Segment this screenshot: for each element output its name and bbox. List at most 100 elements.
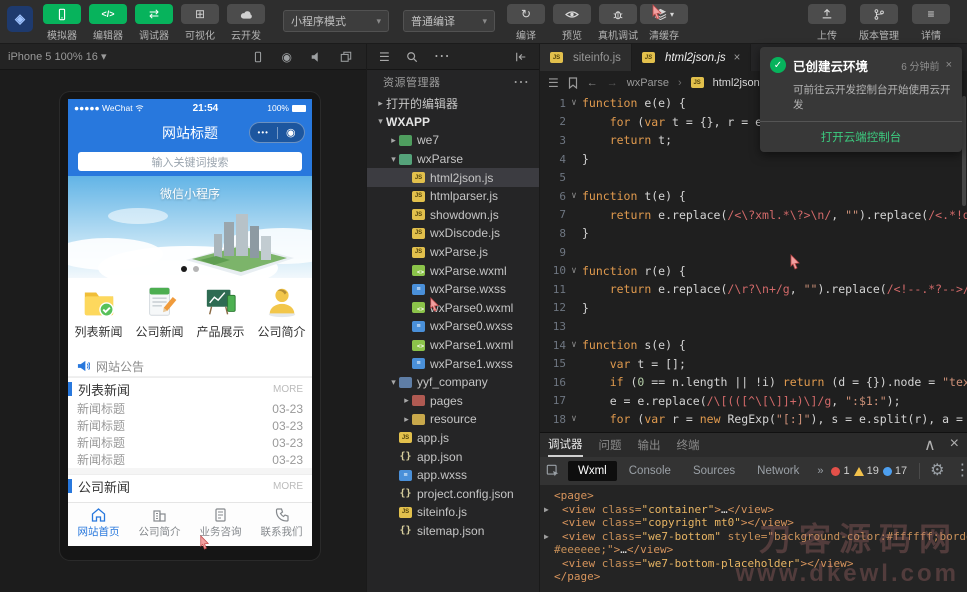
news-list-item[interactable]: 新闻标题 03-23 [68,434,312,451]
tree-item[interactable]: JS wxParse.js [367,243,539,262]
debugger-tab-调试器[interactable]: 调试器 [548,433,583,457]
fold-arrow-icon[interactable]: ∨ [566,191,582,201]
tree-item[interactable]: ▸ 打开的编辑器 [367,94,539,113]
simulator-button[interactable]: 模拟器 [39,4,85,42]
editor-tab[interactable]: JS html2json.js × [631,44,752,71]
grid-entry-doc-pencil[interactable]: 公司新闻 [129,285,190,356]
fold-arrow-icon[interactable]: ∨ [566,340,582,350]
compile-button[interactable]: ↻ 编译 [503,4,549,42]
expand-arrow-icon[interactable]: ▶ [544,530,554,544]
fold-arrow-icon[interactable]: ∨ [566,266,582,276]
more-actions-icon[interactable]: ⋯ [434,48,450,65]
details-button[interactable]: ≡ 详情 [905,4,957,42]
news-list-item[interactable]: 新闻标题 03-23 [68,400,312,417]
editor-button[interactable]: </> 编辑器 [85,4,131,42]
multi-window-icon[interactable] [340,51,352,63]
tree-item[interactable]: ▾ yyf_company [367,373,539,392]
record-icon[interactable]: ◉ [282,51,292,63]
chevron-right-icon[interactable]: ▸ [401,395,412,406]
device-selector[interactable]: iPhone 5 100% 16 ▾ [8,50,107,63]
grid-entry-board[interactable]: 产品展示 [190,285,251,356]
section-more-link[interactable]: MORE [273,384,303,395]
tree-item[interactable]: ▾ WXAPP [367,113,539,132]
wxml-node[interactable]: ▶ <view class="container">…</view> [544,503,967,517]
info-badge[interactable]: 17 [882,465,907,477]
devtools-tab-wxml[interactable]: Wxml [568,461,617,481]
tree-item[interactable]: ≡ wxParse.wxss [367,280,539,299]
more-menu-icon[interactable]: ••• [250,128,277,137]
debugger-tab-问题[interactable]: 问题 [599,433,622,457]
tree-item[interactable]: ▸ we7 [367,131,539,150]
tree-item[interactable]: ▸ pages [367,392,539,411]
upload-button[interactable]: 上传 [801,4,853,42]
wxml-node[interactable]: ▶ <view class="we7-bottom" style="backgro… [544,530,967,544]
phone-tab-home[interactable]: 网站首页 [68,507,129,546]
tree-item[interactable]: JS wxDiscode.js [367,224,539,243]
wxml-node[interactable]: </page> [544,570,967,584]
more-tabs-icon[interactable]: » [811,465,829,477]
capsule-menu[interactable]: ••• ◉ [249,122,305,143]
phone-tab-doc[interactable]: 业务咨询 [190,507,251,546]
chevron-down-icon[interactable]: ▾ [375,116,386,127]
compile-mode-dropdown[interactable]: 普通编译 ▾ [403,10,495,32]
editor-menu-icon[interactable]: ☰ [548,77,559,89]
tree-item[interactable]: <> wxParse.wxml [367,261,539,280]
rotate-device-icon[interactable] [252,51,264,63]
grid-entry-person[interactable]: 公司简介 [251,285,312,356]
settings-gear-icon[interactable]: ⚙ [930,463,944,479]
forward-icon[interactable]: → [607,77,618,89]
clear-cache-button[interactable]: ▾ 清缓存 [640,4,688,42]
phone-tab-contact[interactable]: 联系我们 [251,507,312,546]
wxml-node[interactable]: <page> [544,489,967,503]
debugger-tab-终端[interactable]: 终端 [677,433,700,457]
section-more-link[interactable]: MORE [273,481,303,492]
open-cloud-console-button[interactable]: 打开云端控制台 [760,120,962,152]
tree-item[interactable]: ≡ wxParse0.wxss [367,317,539,336]
phone-tab-building[interactable]: 公司简介 [129,507,190,546]
grid-entry-folder-check[interactable]: 列表新闻 [68,285,129,356]
toast-close-icon[interactable]: × [946,59,952,71]
chevron-down-icon[interactable]: ▾ [388,377,399,388]
sound-icon[interactable] [310,51,322,63]
preview-button[interactable]: 预览 [549,4,595,42]
bookmark-icon[interactable] [568,76,578,89]
tree-item[interactable]: JS html2json.js [367,168,539,187]
devtools-tab-network[interactable]: Network [747,461,809,481]
back-icon[interactable]: ← [587,77,598,89]
mode-dropdown[interactable]: 小程序模式 ▾ [283,10,389,32]
more-options-icon[interactable]: ⋮ [954,463,967,479]
explorer-more-icon[interactable]: ⋯ [513,72,529,92]
chevron-right-icon[interactable]: ▸ [401,414,412,425]
banner-carousel[interactable]: 微信小程序 [68,176,312,278]
news-list-item[interactable]: 新闻标题 03-23 [68,417,312,434]
search-icon[interactable] [406,51,418,63]
devtools-tab-sources[interactable]: Sources [683,461,745,481]
fold-arrow-icon[interactable]: ∨ [566,414,582,424]
tree-item[interactable]: {} sitemap.json [367,522,539,541]
debugger-tab-输出[interactable]: 输出 [638,433,661,457]
tree-item[interactable]: <> wxParse0.wxml [367,299,539,318]
tree-item[interactable]: ≡ app.wxss [367,466,539,485]
tree-item[interactable]: {} project.config.json [367,484,539,503]
chevron-down-icon[interactable]: ▾ [388,154,399,165]
tree-item[interactable]: JS app.js [367,429,539,448]
inspect-element-icon[interactable] [546,464,560,478]
chevron-right-icon[interactable]: ▸ [388,135,399,146]
debugger-button[interactable]: ⇄ 调试器 [131,4,177,42]
tree-item[interactable]: JS siteinfo.js [367,503,539,522]
expand-arrow-icon[interactable]: ▶ [544,503,554,517]
wxml-node[interactable]: <view class="we7-bottom-placeholder"></v… [544,557,967,571]
tree-item[interactable]: ▸ resource [367,410,539,429]
collapse-sidebar-icon[interactable] [515,51,527,63]
news-list-item[interactable]: 新闻标题 03-23 [68,451,312,468]
tree-item[interactable]: <> wxParse1.wxml [367,336,539,355]
tree-item[interactable]: ▾ wxParse [367,150,539,169]
close-tab-icon[interactable]: × [734,52,741,64]
fold-arrow-icon[interactable]: ∨ [566,98,582,108]
tree-item[interactable]: JS htmlparser.js [367,187,539,206]
wxml-node[interactable]: <view class="copyright mt0"></view> [544,516,967,530]
tree-item[interactable]: JS showdown.js [367,206,539,225]
collapse-panel-icon[interactable]: ∧ [924,435,936,455]
tree-item[interactable]: {} app.json [367,447,539,466]
error-badge[interactable]: 1 [831,465,850,477]
